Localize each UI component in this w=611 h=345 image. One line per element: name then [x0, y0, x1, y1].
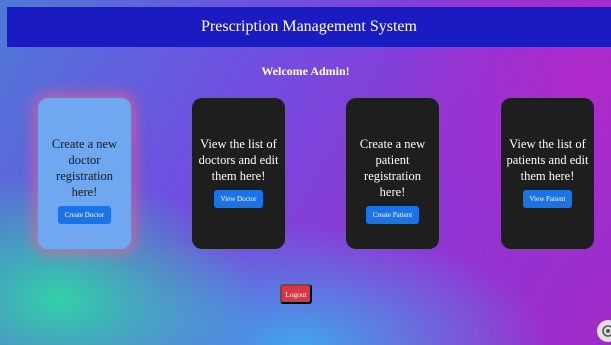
logout-button[interactable]: Logout: [280, 284, 312, 304]
card-create-patient: Create a new patient registration here! …: [346, 98, 439, 249]
welcome-message: Welcome Admin!: [261, 64, 350, 78]
helper-widget-icon[interactable]: [597, 320, 611, 342]
helper-widget-glyph: [602, 325, 611, 337]
card-description: View the list of patients and edit them …: [506, 137, 589, 183]
create-patient-button[interactable]: Create Patient: [365, 206, 420, 224]
card-view-patient: View the list of patients and edit them …: [501, 98, 594, 249]
view-patient-button[interactable]: View Patient: [522, 190, 573, 208]
card-description: View the list of doctors and edit them h…: [198, 137, 279, 183]
create-doctor-button[interactable]: Create Doctor: [57, 206, 112, 224]
app-header: Prescription Management System: [7, 7, 611, 47]
card-description: Create a new doctor registration here!: [51, 137, 118, 199]
view-doctor-button[interactable]: View Doctor: [213, 190, 264, 208]
card-create-doctor: Create a new doctor registration here! C…: [38, 98, 131, 249]
card-description: Create a new patient registration here!: [359, 137, 426, 199]
app-title: Prescription Management System: [201, 18, 417, 35]
card-view-doctor: View the list of doctors and edit them h…: [192, 98, 285, 249]
